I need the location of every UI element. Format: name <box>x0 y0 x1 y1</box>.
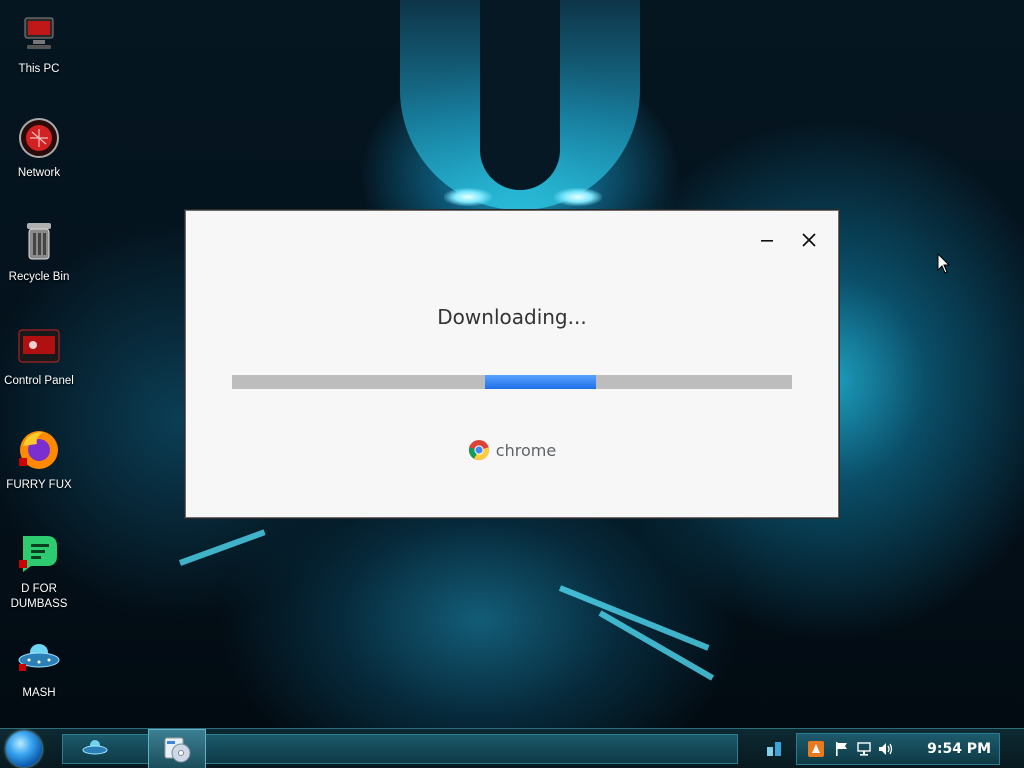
download-dialog: Downloading... chrome <box>185 210 839 518</box>
control-panel-icon <box>17 324 61 368</box>
desktop-icon-label: Control Panel <box>4 375 74 387</box>
network-icon <box>17 116 61 160</box>
security-tray-button[interactable] <box>805 738 827 760</box>
progress-indicator <box>485 375 596 389</box>
show-desktop-button[interactable] <box>760 732 788 764</box>
taskbar-clock[interactable]: 9:54 PM <box>927 741 991 757</box>
taskbar-pinned-ufo[interactable] <box>74 732 116 764</box>
flag-icon <box>836 742 847 756</box>
desktop-icon-this-pc[interactable]: This PC <box>4 12 74 77</box>
ufo-app-icon <box>82 740 108 755</box>
desktop: This PC Network Recycle Bin Control Pane… <box>0 0 1024 768</box>
wallpaper-streak <box>558 585 710 651</box>
taskbar: 9:54 PM <box>0 728 1024 768</box>
desktop-icon-label: This PC <box>18 63 60 75</box>
taskbar-pinned-media-player[interactable] <box>148 729 206 768</box>
chrome-brand-text: chrome <box>495 440 557 460</box>
action-center-button[interactable] <box>831 738 853 760</box>
volume-tray-button[interactable] <box>875 738 897 760</box>
desktop-icon-label: Recycle Bin <box>8 271 70 283</box>
chrome-brand: chrome <box>186 439 838 461</box>
desktop-icon-label: MASH <box>22 687 56 699</box>
desktop-icon-furry-fux[interactable]: FURRY FUX <box>4 428 74 493</box>
minimize-icon <box>761 240 773 242</box>
chat-app-icon <box>17 532 61 576</box>
wallpaper-streak <box>178 529 266 566</box>
wallpaper-eye-left <box>444 188 492 206</box>
close-button[interactable] <box>794 225 824 255</box>
network-tray-icon <box>857 742 871 756</box>
mouse-cursor-icon <box>937 253 951 274</box>
network-tray-button[interactable] <box>853 738 875 760</box>
security-icon <box>808 741 824 757</box>
close-icon <box>802 233 816 247</box>
wallpaper-eye-right <box>554 188 602 206</box>
media-player-icon <box>164 737 191 763</box>
download-status-text: Downloading... <box>437 305 587 329</box>
desktop-icon-label: FURRY FUX <box>6 479 72 491</box>
wallpaper-hood-shadow <box>480 0 560 190</box>
desktop-icon-label: Network <box>17 167 61 179</box>
ufo-icon <box>17 636 61 680</box>
show-desktop-icon <box>767 742 781 756</box>
start-button[interactable] <box>6 731 42 767</box>
desktop-icon-mash[interactable]: MASH <box>4 636 74 701</box>
desktop-icon-recycle-bin[interactable]: Recycle Bin <box>4 220 74 285</box>
download-progress-bar <box>232 375 792 389</box>
desktop-icon-network[interactable]: Network <box>4 116 74 181</box>
desktop-icon-control-panel[interactable]: Control Panel <box>4 324 74 389</box>
minimize-button[interactable] <box>752 225 782 255</box>
chrome-logo-icon <box>468 440 489 461</box>
recycle-bin-icon <box>17 220 61 264</box>
volume-icon <box>879 743 893 755</box>
desktop-icon-label: D FOR DUMBASS <box>10 583 68 610</box>
system-tray: 9:54 PM <box>796 733 1000 765</box>
this-pc-icon <box>17 12 61 56</box>
desktop-icon-d-for-dumbass[interactable]: D FOR DUMBASS <box>4 532 74 612</box>
firefox-icon <box>17 428 61 472</box>
